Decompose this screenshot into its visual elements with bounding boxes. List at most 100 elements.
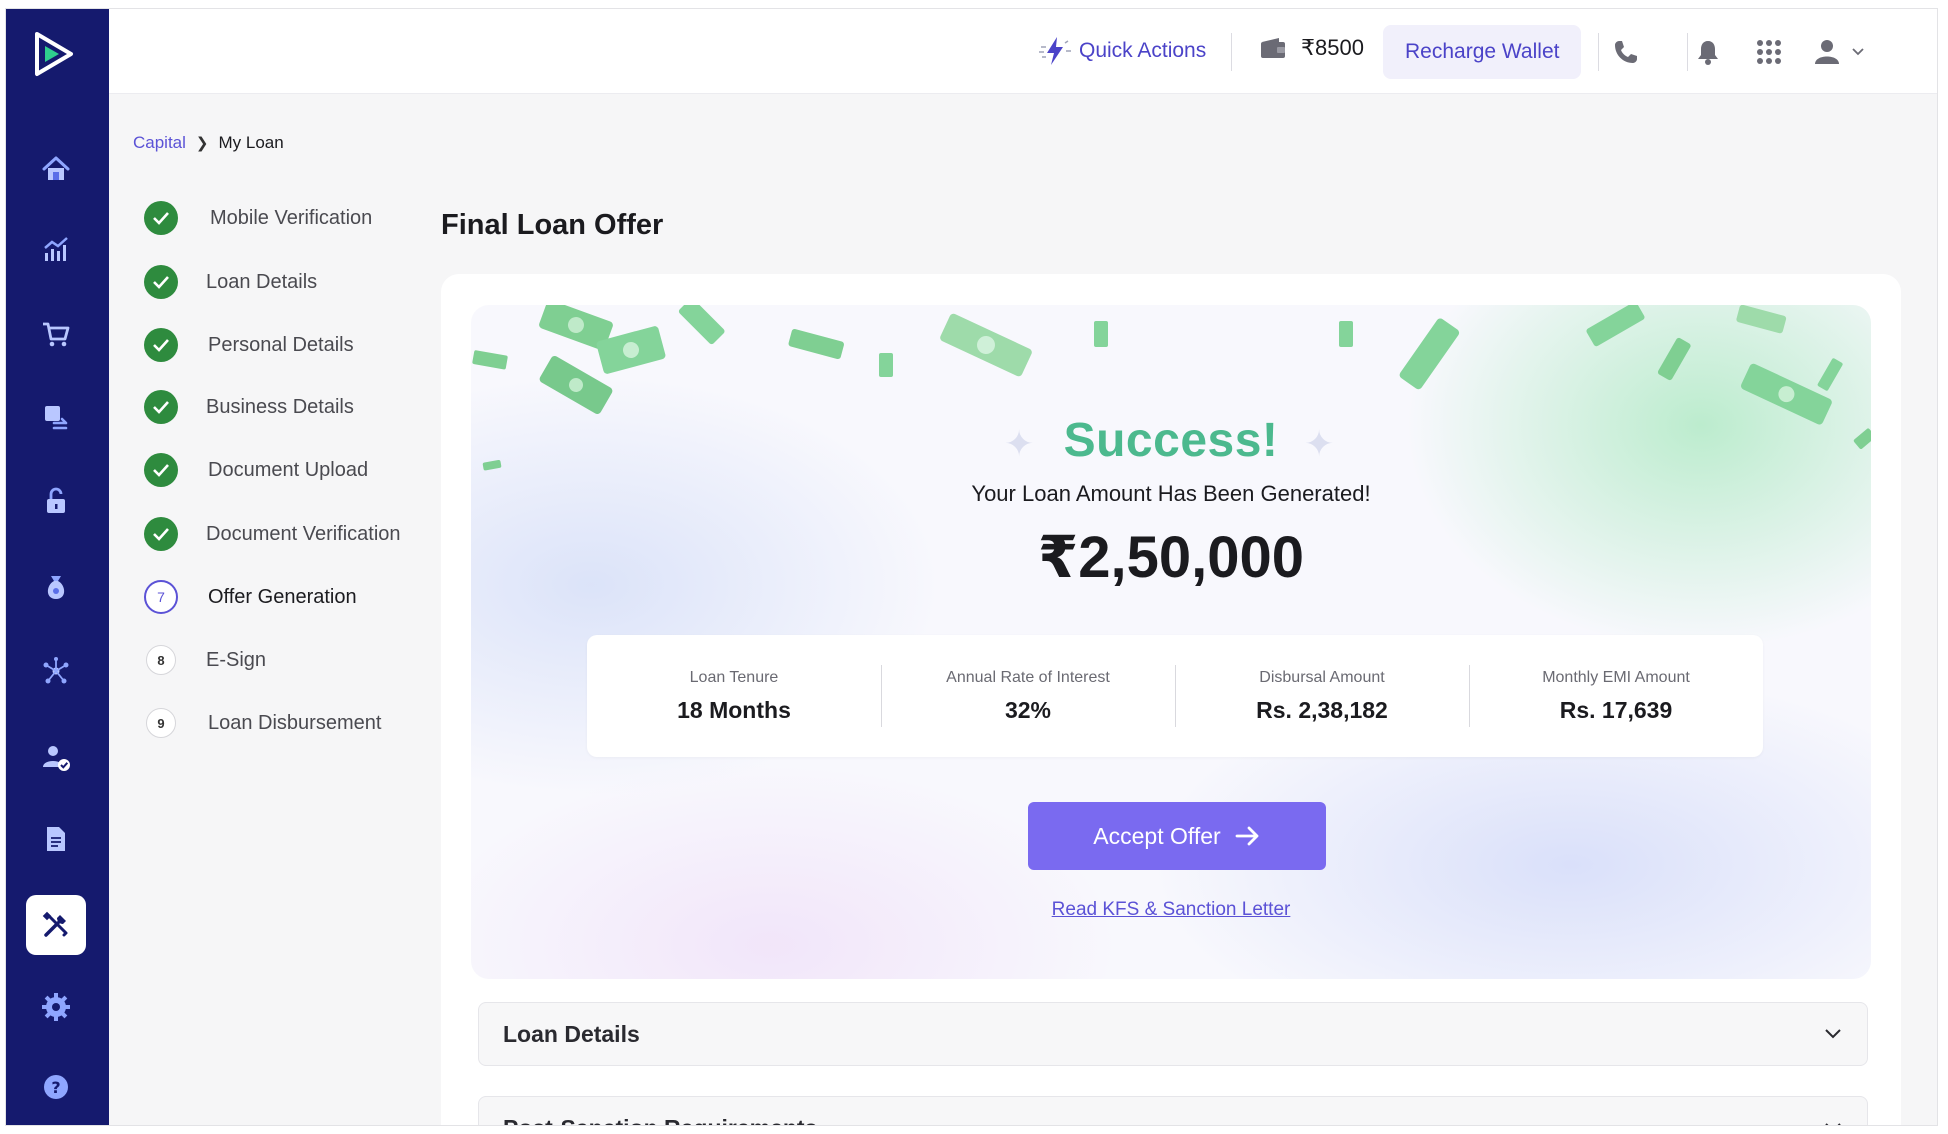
- money-bill-icon: [678, 305, 725, 345]
- breadcrumb-current: My Loan: [218, 133, 284, 152]
- step-personal-details[interactable]: Personal Details: [144, 328, 354, 362]
- stat-value: Rs. 2,38,182: [1256, 696, 1388, 723]
- step-label: E-Sign: [206, 648, 267, 671]
- chevron-down-icon: [1825, 1123, 1841, 1125]
- stat-label: Disbursal Amount: [1259, 668, 1385, 686]
- stat-interest-rate: Annual Rate of Interest 32%: [881, 635, 1175, 757]
- wallet-balance: ₹8500: [1259, 35, 1364, 61]
- wallet-amount: ₹8500: [1301, 35, 1364, 60]
- sidebar-item-documents[interactable]: [26, 809, 86, 869]
- app-logo[interactable]: [23, 24, 83, 84]
- profile-menu[interactable]: [1813, 35, 1877, 69]
- unlock-icon: [47, 487, 65, 513]
- logo-icon: [35, 32, 73, 76]
- step-label: Business Details: [206, 395, 354, 418]
- money-bill-icon: [539, 355, 613, 415]
- step-label: Document Verification: [206, 522, 401, 545]
- sidebar-item-tools[interactable]: [26, 895, 86, 955]
- chevron-down-icon: [1825, 1029, 1841, 1039]
- sidebar-item-returns[interactable]: [26, 387, 86, 447]
- bell-icon[interactable]: [1691, 35, 1725, 69]
- check-icon: [144, 390, 178, 424]
- loan-amount: ₹2,50,000: [1037, 525, 1305, 590]
- check-icon: [144, 201, 178, 235]
- success-message: Your Loan Amount Has Been Generated!: [971, 481, 1371, 506]
- user-avatar-icon: [1815, 40, 1839, 64]
- sidebar: ?: [6, 9, 109, 1125]
- sidebar-item-home[interactable]: [26, 139, 86, 199]
- quick-actions-button[interactable]: Quick Actions: [1037, 35, 1206, 67]
- accept-offer-label: Accept Offer: [1093, 822, 1221, 849]
- network-icon: [43, 657, 69, 684]
- settings-icon: [42, 993, 70, 1021]
- check-icon: [144, 328, 178, 362]
- sidebar-item-help[interactable]: ?: [26, 1057, 86, 1117]
- svg-text:?: ?: [51, 1078, 60, 1097]
- money-bill-icon: [1817, 358, 1843, 391]
- chevron-right-icon: ❯: [195, 135, 209, 152]
- step-mobile-verification[interactable]: Mobile Verification: [144, 201, 372, 235]
- breadcrumb: Capital ❯ My Loan: [133, 133, 284, 153]
- stat-label: Monthly EMI Amount: [1542, 668, 1690, 686]
- success-banner: ✦ ✦ Success! Your Loan Amount Has Been G…: [471, 305, 1871, 979]
- step-label: Offer Generation: [208, 585, 357, 608]
- recharge-wallet-button[interactable]: Recharge Wallet: [1383, 25, 1582, 79]
- money-bill-icon: [940, 313, 1032, 377]
- page-title: Final Loan Offer: [441, 209, 664, 241]
- user-verified-icon: [43, 746, 70, 771]
- check-icon: [144, 517, 178, 551]
- post-sanction-accordion[interactable]: Post-Sanction Requirements: [478, 1096, 1868, 1126]
- stat-disbursal-amount: Disbursal Amount Rs. 2,38,182: [1175, 635, 1469, 757]
- cart-icon: [43, 322, 70, 347]
- stat-value: 18 Months: [677, 696, 791, 723]
- kfs-sanction-letter-link[interactable]: Read KFS & Sanction Letter: [471, 899, 1871, 921]
- sidebar-item-orders[interactable]: [26, 304, 86, 364]
- accordion-title: Post-Sanction Requirements: [503, 1115, 1823, 1126]
- step-document-upload[interactable]: Document Upload: [144, 453, 368, 487]
- step-number-badge: 9: [146, 708, 176, 738]
- stat-monthly-emi: Monthly EMI Amount Rs. 17,639: [1469, 635, 1763, 757]
- phone-icon[interactable]: [1609, 35, 1643, 69]
- sidebar-item-access[interactable]: [26, 471, 86, 531]
- money-bill-icon: [1736, 305, 1787, 334]
- step-document-verification[interactable]: Document Verification: [144, 517, 401, 551]
- money-bill-icon: [1399, 318, 1460, 390]
- document-icon: [47, 827, 65, 851]
- step-loan-details[interactable]: Loan Details: [144, 265, 317, 299]
- sidebar-item-kyc[interactable]: [26, 727, 86, 787]
- analytics-icon: [44, 237, 68, 261]
- header-divider: [1231, 33, 1232, 71]
- apps-grid-icon[interactable]: [1752, 35, 1786, 69]
- loan-details-accordion[interactable]: Loan Details: [478, 1002, 1868, 1066]
- home-icon: [42, 156, 70, 180]
- stat-loan-tenure: Loan Tenure 18 Months: [587, 635, 881, 757]
- money-bill-icon: [788, 329, 844, 360]
- accordion-title: Loan Details: [503, 1020, 640, 1047]
- step-label: Loan Disbursement: [208, 711, 382, 734]
- stat-value: 32%: [1004, 696, 1052, 723]
- step-label: Mobile Verification: [210, 206, 373, 229]
- success-heading: Success!: [1063, 414, 1279, 467]
- step-label: Loan Details: [206, 270, 318, 293]
- top-header: Quick Actions ₹8500 Recharge Wallet: [109, 9, 1937, 94]
- step-offer-generation[interactable]: 7 Offer Generation: [144, 580, 357, 614]
- quick-actions-label: Quick Actions: [1079, 39, 1207, 62]
- step-number-badge: 7: [144, 580, 178, 614]
- money-bill-icon: [1094, 321, 1108, 347]
- sidebar-item-network[interactable]: [26, 641, 86, 701]
- step-loan-disbursement[interactable]: 9 Loan Disbursement: [144, 708, 381, 738]
- app-window: ? Quick Actions ₹8500 Recharge Wallet Ca…: [5, 8, 1938, 1126]
- header-divider: [1687, 33, 1688, 71]
- accept-offer-button[interactable]: Accept Offer: [1028, 802, 1326, 870]
- breadcrumb-capital[interactable]: Capital: [133, 133, 186, 153]
- chevron-down-icon: [1852, 48, 1864, 56]
- help-icon: ?: [44, 1075, 68, 1099]
- sidebar-item-settings[interactable]: [26, 977, 86, 1037]
- sidebar-item-analytics[interactable]: [26, 219, 86, 279]
- step-e-sign[interactable]: 8 E-Sign: [144, 645, 266, 675]
- step-label: Document Upload: [208, 458, 369, 481]
- sidebar-item-capital[interactable]: [26, 557, 86, 617]
- step-business-details[interactable]: Business Details: [144, 390, 354, 424]
- money-bill-icon: [1586, 305, 1645, 347]
- check-icon: [144, 453, 178, 487]
